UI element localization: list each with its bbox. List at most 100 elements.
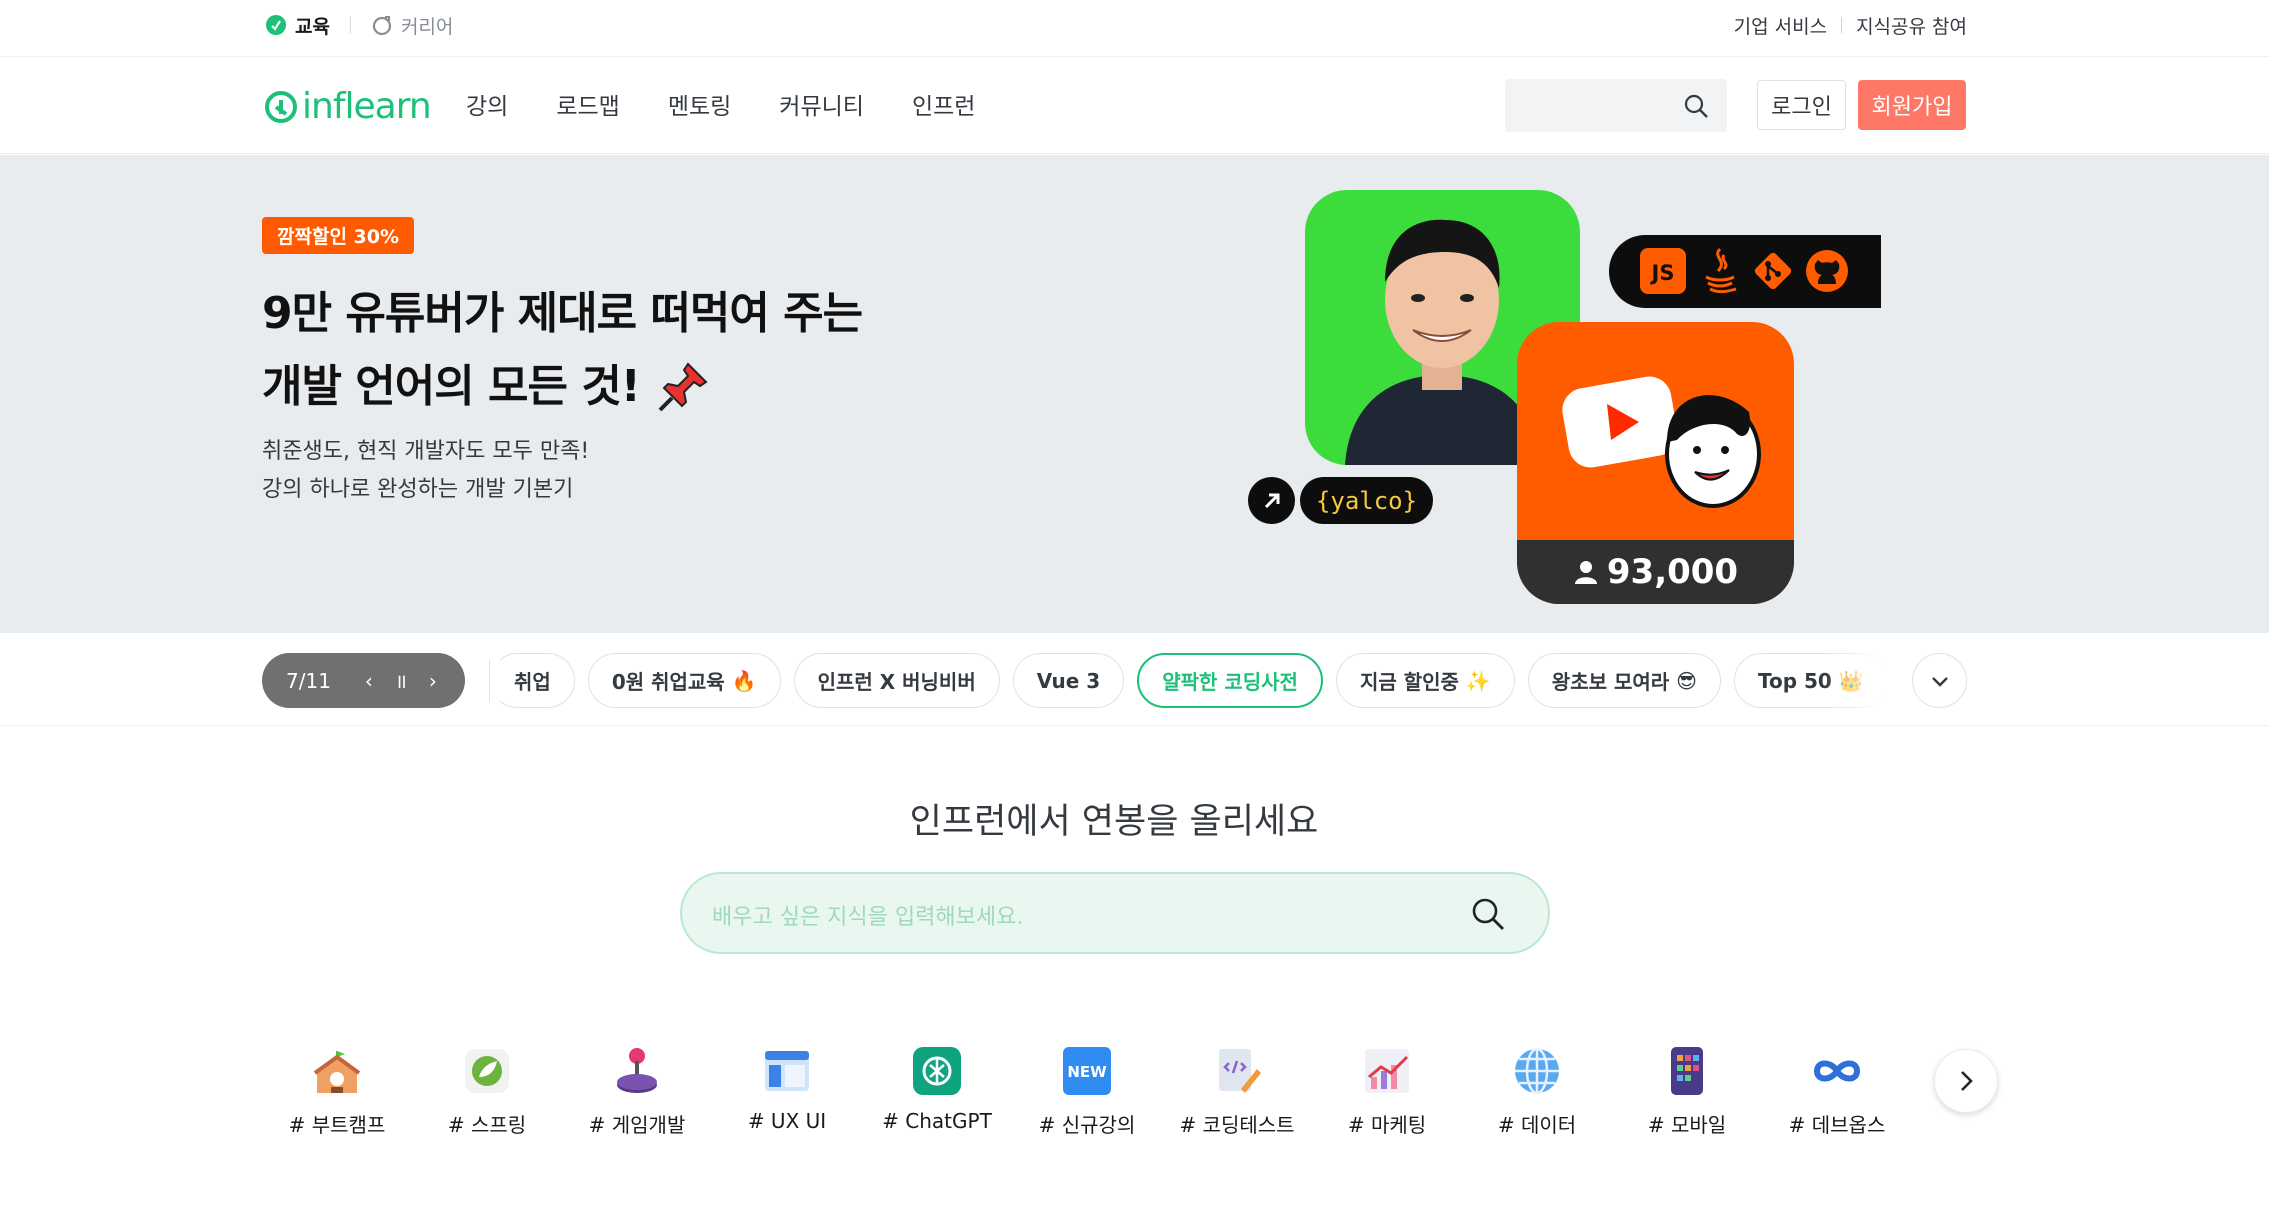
pause-icon[interactable]: ॥ — [395, 667, 407, 694]
category-next-button[interactable] — [1934, 1049, 1998, 1113]
sunglasses-icon: 😎 — [1676, 668, 1697, 693]
tag-label: 취업 — [514, 670, 551, 694]
category-label: # 데이터 — [1497, 1113, 1577, 1137]
chevron-down-icon — [1931, 676, 1948, 687]
ux-window-icon — [765, 1051, 809, 1091]
category-list: # 부트캠프 # 스프링 # 게임개발 # UX UI # ChatGPT NE… — [262, 1045, 1967, 1145]
chevron-right-icon — [1961, 1071, 1973, 1091]
search-icon[interactable] — [1683, 93, 1709, 119]
tag-item[interactable]: 왕초보 모여라 😎 — [1527, 653, 1721, 708]
instructor-join-link[interactable]: 지식공유 참여 — [1856, 12, 1967, 39]
tab-divider — [349, 16, 351, 34]
search-icon[interactable] — [1470, 896, 1506, 932]
brand-tag: {yalco} — [1300, 477, 1433, 524]
tag-list: 취업 0원 취업교육 🔥 인프런 X 버닝비버 Vue 3 얄팍한 코딩사전 지… — [500, 653, 1885, 708]
tag-item[interactable]: 인프런 X 버닝비버 — [793, 653, 1000, 708]
category-item[interactable]: # 게임개발 — [562, 1045, 712, 1138]
tag-divider — [489, 660, 490, 702]
tab-education-label: 교육 — [295, 15, 330, 38]
fire-icon: 🔥 — [731, 668, 757, 693]
hero-title-line2: 개발 언어의 모든 것! — [262, 361, 641, 412]
carousel-counter: 7/11 — [286, 668, 331, 693]
hero-title: 9만 유튜버가 제대로 떠먹여 주는 개발 언어의 모든 것! — [262, 277, 863, 423]
category-item[interactable]: # 마케팅 — [1312, 1045, 1462, 1138]
tag-item[interactable]: 취업 — [500, 653, 575, 708]
arrow-up-right-icon — [1264, 493, 1279, 508]
signup-button[interactable]: 회원가입 — [1858, 80, 1966, 130]
category-label: # ChatGPT — [882, 1109, 992, 1133]
new-icon: NEW — [1063, 1047, 1111, 1095]
sparkle-icon: ✨ — [1465, 668, 1491, 693]
link-divider — [1841, 17, 1843, 33]
section-title: 인프런에서 연봉을 올리세요 — [909, 802, 1319, 842]
tab-career-label: 커리어 — [400, 15, 454, 38]
youtube-channel-card: 93,000 — [1517, 322, 1794, 604]
category-item[interactable]: # ChatGPT — [862, 1045, 1012, 1133]
discount-badge: 깜짝할인 30% — [262, 217, 415, 254]
carousel-tag-bar: 7/11 ‹ ॥ › 취업 0원 취업교육 🔥 인프런 X 버닝비버 Vue 3… — [0, 633, 2269, 726]
java-icon — [1705, 247, 1737, 294]
tab-career[interactable]: 커리어 — [371, 12, 453, 39]
subscriber-count-bar: 93,000 — [1517, 540, 1794, 604]
tag-expand-button[interactable] — [1912, 653, 1967, 708]
hero-subtitle-line2: 강의 하나로 완성하는 개발 기본기 — [262, 477, 574, 502]
category-label: # 부트캠프 — [288, 1113, 386, 1137]
external-link-button[interactable] — [1248, 477, 1295, 524]
hero-subtitle: 취준생도, 현직 개발자도 모두 만족! 강의 하나로 완성하는 개발 기본기 — [262, 433, 589, 509]
category-item[interactable]: # 데이터 — [1462, 1045, 1612, 1138]
tag-item[interactable]: Vue 3 — [1012, 653, 1125, 708]
category-item[interactable]: # 모바일 — [1612, 1045, 1762, 1138]
category-item[interactable]: # 부트캠프 — [262, 1045, 412, 1138]
chatgpt-icon — [913, 1047, 961, 1095]
tag-item-active[interactable]: 얄팍한 코딩사전 — [1137, 653, 1323, 708]
category-label: # 데브옵스 — [1788, 1113, 1886, 1137]
category-item[interactable]: NEW # 신규강의 — [1012, 1045, 1162, 1138]
category-label: # 코딩테스트 — [1179, 1113, 1295, 1137]
category-label: # 스프링 — [447, 1113, 527, 1137]
main-header: inflearn 강의 로드맵 멘토링 커뮤니티 인프런 로그인 회원가입 — [0, 57, 2269, 154]
subscriber-count: 93,000 — [1606, 552, 1739, 592]
login-button[interactable]: 로그인 — [1757, 80, 1846, 130]
category-item[interactable]: # 코딩테스트 — [1162, 1045, 1312, 1138]
hero-banner[interactable]: 깜짝할인 30% 9만 유튜버가 제대로 떠먹여 주는 개발 언어의 모든 것!… — [0, 155, 2269, 633]
spring-icon — [465, 1049, 509, 1093]
user-icon — [1574, 561, 1597, 584]
hero-title-line2-row: 개발 언어의 모든 것! — [262, 350, 862, 423]
github-icon — [1806, 250, 1848, 292]
tag-item[interactable]: 지금 할인중 ✨ — [1335, 653, 1515, 708]
joystick-icon — [617, 1048, 657, 1093]
tech-icons-pill: JS — [1609, 235, 1881, 308]
nav-roadmap[interactable]: 로드맵 — [556, 87, 619, 121]
chevron-left-icon[interactable]: ‹ — [365, 669, 373, 693]
nav-community[interactable]: 커뮤니티 — [779, 87, 864, 121]
main-nav: 강의 로드맵 멘토링 커뮤니티 인프런 — [466, 87, 1023, 121]
javascript-icon: JS — [1640, 248, 1686, 294]
git-icon — [1754, 252, 1792, 290]
tag-item[interactable]: 0원 취업교육 🔥 — [587, 653, 781, 708]
header-search-input[interactable] — [1505, 79, 1727, 132]
tag-label: 얄팍한 코딩사전 — [1162, 670, 1298, 694]
education-icon — [266, 15, 286, 35]
category-item[interactable]: # 데브옵스 — [1762, 1045, 1912, 1138]
pushpin-icon — [658, 361, 708, 411]
main-search-input[interactable]: 배우고 싶은 지식을 입력해보세요. — [680, 872, 1550, 954]
inflearn-logo[interactable]: inflearn — [264, 86, 432, 127]
enterprise-service-link[interactable]: 기업 서비스 — [1734, 12, 1827, 39]
category-item[interactable]: # 스프링 — [412, 1045, 562, 1138]
search-placeholder: 배우고 싶은 지식을 입력해보세요. — [712, 905, 1024, 930]
coding-test-icon — [1219, 1049, 1261, 1093]
chevron-right-icon[interactable]: › — [429, 669, 437, 693]
infinity-icon — [1813, 1060, 1861, 1082]
nav-mentoring[interactable]: 멘토링 — [668, 87, 731, 121]
carousel-pager: 7/11 ‹ ॥ › — [262, 653, 465, 708]
category-item[interactable]: # UX UI — [712, 1045, 862, 1133]
nav-inflearn[interactable]: 인프런 — [912, 87, 975, 121]
mobile-icon — [1671, 1047, 1703, 1095]
tag-fade — [1825, 653, 1885, 708]
tag-label: 0원 취업교육 — [611, 670, 725, 694]
tag-label: 인프런 X 버닝비버 — [817, 670, 976, 694]
tab-education[interactable]: 교육 — [265, 12, 330, 39]
bootcamp-icon — [313, 1051, 361, 1093]
logo-text: inflearn — [302, 86, 432, 127]
nav-courses[interactable]: 강의 — [466, 87, 508, 121]
